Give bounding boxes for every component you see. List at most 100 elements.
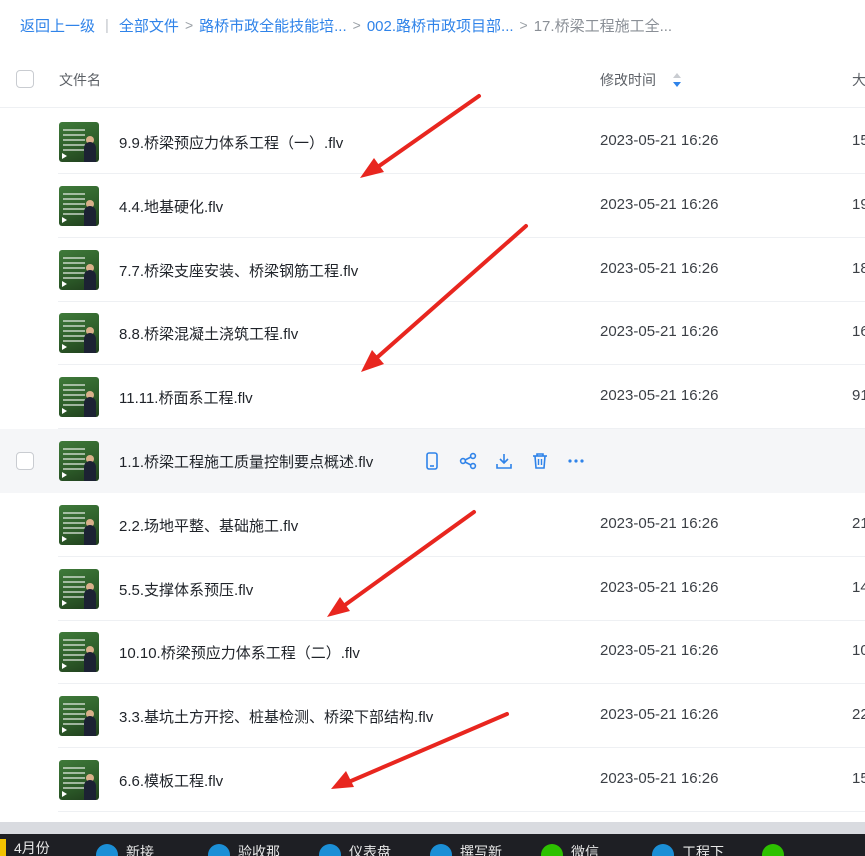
file-name[interactable]: 6.6.模板工程.flv — [119, 770, 223, 791]
file-size: 19 — [852, 195, 865, 213]
file-size: 15 — [852, 770, 865, 787]
taskbar-item[interactable]: 工程下 — [652, 838, 724, 856]
mobile-icon[interactable] — [420, 449, 444, 473]
taskbar-item[interactable]: 新接 — [96, 838, 154, 856]
file-row[interactable]: 8.8.桥梁混凝土浇筑工程.flv 2023-05-21 16:26 16 — [0, 301, 865, 366]
modified-time: 2023-05-21 16:26 — [600, 195, 719, 213]
edge-icon — [652, 844, 674, 856]
file-size: 16 — [852, 323, 865, 341]
chevron-right-icon: > — [519, 17, 528, 33]
file-name[interactable]: 8.8.桥梁混凝土浇筑工程.flv — [119, 323, 298, 344]
video-thumbnail[interactable] — [59, 632, 99, 673]
chevron-right-icon: > — [184, 17, 194, 33]
file-name[interactable]: 11.11.桥面系工程.flv — [119, 387, 253, 408]
modified-time: 2023-05-21 16:26 — [600, 323, 719, 341]
file-name[interactable]: 2.2.场地平整、基础施工.flv — [119, 515, 298, 536]
video-thumbnail[interactable] — [59, 568, 99, 609]
breadcrumb-all-files[interactable]: 全部文件 — [119, 15, 179, 36]
row-actions — [420, 449, 588, 473]
wechat-icon — [541, 844, 563, 856]
share-icon[interactable] — [456, 449, 480, 473]
file-row[interactable]: 5.5.支撑体系预压.flv 2023-05-21 16:26 14 — [0, 557, 865, 621]
taskbar: 4月份 新接 验收那 仪表盘 撰写新 微信 工程下 — [0, 834, 865, 856]
taskbar-item[interactable] — [762, 838, 784, 856]
file-row[interactable]: 3.3.基坑土方开挖、桩基检测、桥梁下部结构.flv 2023-05-21 16:… — [0, 684, 865, 749]
modified-time: 2023-05-21 16:26 — [600, 514, 719, 532]
video-thumbnail[interactable] — [59, 441, 99, 481]
taskbar-item[interactable]: 4月份 — [0, 838, 50, 856]
taskbar-label: 微信 — [571, 844, 599, 856]
video-thumbnail[interactable] — [59, 249, 99, 290]
breadcrumb-folder-1[interactable]: 路桥市政全能技能培... — [199, 15, 347, 36]
modified-time: 2023-05-21 16:26 — [600, 259, 719, 277]
video-thumbnail[interactable] — [59, 313, 99, 354]
taskbar-label: 新接 — [126, 844, 154, 856]
file-row[interactable]: 1.1.桥梁工程施工质量控制要点概述.flv — [0, 429, 865, 493]
wechat-icon — [762, 844, 784, 856]
column-header-modified-time[interactable]: 修改时间 — [600, 70, 656, 90]
breadcrumb-current-folder: 17.桥梁工程施工全... — [533, 17, 673, 35]
delete-icon[interactable] — [528, 449, 552, 473]
file-name[interactable]: 5.5.支撑体系预压.flv — [119, 579, 253, 600]
edge-icon — [96, 844, 118, 856]
taskbar-item[interactable]: 验收那 — [208, 838, 280, 856]
breadcrumb-folder-2[interactable]: 002.路桥市政项目部... — [367, 15, 514, 36]
taskbar-label: 工程下 — [682, 844, 724, 856]
file-name[interactable]: 3.3.基坑土方开挖、桩基检测、桥梁下部结构.flv — [119, 706, 433, 727]
modified-time: 2023-05-21 16:26 — [600, 642, 719, 660]
file-row[interactable]: 4.4.地基硬化.flv 2023-05-21 16:26 19 — [0, 174, 865, 238]
modified-time: 2023-05-21 16:26 — [600, 387, 719, 405]
modified-time: 2023-05-21 16:26 — [600, 578, 719, 596]
file-name[interactable]: 1.1.桥梁工程施工质量控制要点概述.flv — [119, 451, 373, 472]
file-size: 15 — [852, 132, 865, 149]
sort-icon[interactable] — [672, 71, 682, 89]
taskbar-item[interactable]: 仪表盘 — [319, 838, 391, 856]
file-name[interactable]: 9.9.桥梁预应力体系工程（一）.flv — [119, 132, 343, 153]
taskbar-item[interactable]: 撰写新 — [430, 838, 502, 856]
taskbar-label: 4月份 — [14, 840, 50, 856]
horizontal-scrollbar-area — [0, 822, 865, 834]
file-row[interactable]: 11.11.桥面系工程.flv 2023-05-21 16:26 91 — [0, 365, 865, 430]
video-thumbnail[interactable] — [59, 185, 99, 226]
file-row[interactable]: 6.6.模板工程.flv 2023-05-21 16:26 15 — [0, 748, 865, 812]
file-size: 22 — [852, 706, 865, 724]
column-header-size[interactable]: 大 — [852, 70, 865, 90]
video-thumbnail[interactable] — [59, 504, 99, 545]
taskbar-label: 验收那 — [238, 844, 280, 856]
download-icon[interactable] — [492, 449, 516, 473]
taskbar-label: 仪表盘 — [349, 844, 391, 856]
video-thumbnail[interactable] — [59, 377, 99, 418]
video-thumbnail[interactable] — [59, 122, 99, 162]
file-name[interactable]: 7.7.桥梁支座安装、桥梁钢筋工程.flv — [119, 260, 358, 281]
row-checkbox[interactable] — [16, 452, 34, 470]
edge-icon — [208, 844, 230, 856]
breadcrumb: 返回上一级 | 全部文件 > 路桥市政全能技能培... > 002.路桥市政项目… — [0, 0, 865, 50]
video-thumbnail[interactable] — [59, 696, 99, 737]
edge-icon — [430, 844, 452, 856]
file-row[interactable]: 7.7.桥梁支座安装、桥梁钢筋工程.flv 2023-05-21 16:26 18 — [0, 238, 865, 302]
file-list-header: 文件名 修改时间 大 — [0, 50, 865, 108]
file-size: 91 — [852, 387, 865, 405]
select-all-checkbox[interactable] — [16, 70, 34, 88]
taskbar-label: 撰写新 — [460, 844, 502, 856]
modified-time: 2023-05-21 16:26 — [600, 706, 719, 724]
file-size: 18 — [852, 259, 865, 277]
column-header-name[interactable]: 文件名 — [59, 70, 101, 90]
breadcrumb-divider: | — [105, 16, 109, 34]
more-icon[interactable] — [564, 449, 588, 473]
back-link[interactable]: 返回上一级 — [20, 15, 95, 36]
edge-icon — [319, 844, 341, 856]
file-row[interactable]: 10.10.桥梁预应力体系工程（二）.flv 2023-05-21 16:26 10 — [0, 620, 865, 685]
file-name[interactable]: 4.4.地基硬化.flv — [119, 196, 223, 217]
file-size: 14 — [852, 578, 865, 596]
modified-time: 2023-05-21 16:26 — [600, 770, 719, 787]
file-size: 10 — [852, 642, 865, 660]
file-size: 21 — [852, 514, 865, 532]
taskbar-item[interactable]: 微信 — [541, 838, 599, 856]
file-name[interactable]: 10.10.桥梁预应力体系工程（二）.flv — [119, 642, 360, 663]
modified-time: 2023-05-21 16:26 — [600, 132, 719, 149]
file-row[interactable]: 9.9.桥梁预应力体系工程（一）.flv 2023-05-21 16:26 15 — [0, 110, 865, 174]
chevron-right-icon: > — [352, 17, 361, 33]
video-thumbnail[interactable] — [59, 760, 99, 800]
file-row[interactable]: 2.2.场地平整、基础施工.flv 2023-05-21 16:26 21 — [0, 493, 865, 557]
